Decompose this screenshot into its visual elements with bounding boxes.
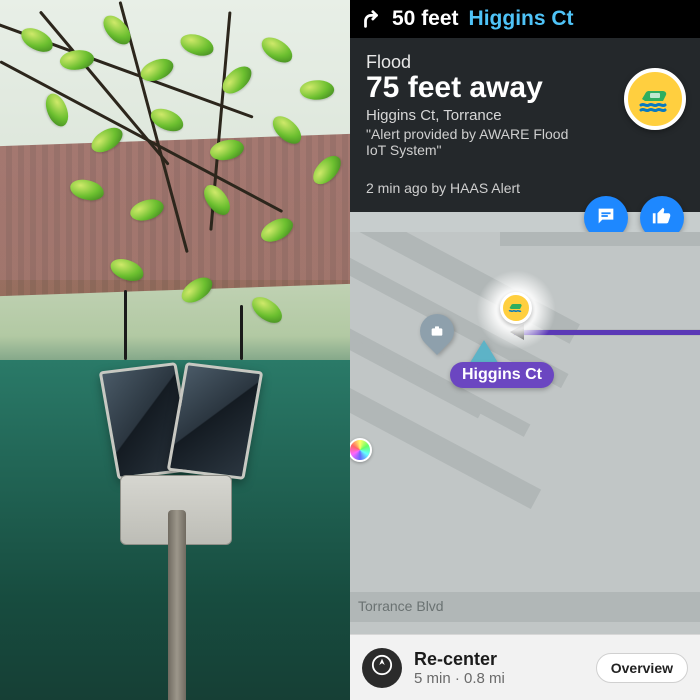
nav-app: 50 feet Higgins Ct Flood 75 feet away Hi… — [350, 0, 700, 700]
nav-street: Higgins Ct — [469, 7, 574, 31]
map-hazard-marker[interactable] — [500, 292, 532, 324]
alert-timestamp: 2 min ago by HAAS Alert — [366, 180, 684, 196]
split-view: 50 feet Higgins Ct Flood 75 feet away Hi… — [0, 0, 700, 700]
sensor-photo — [0, 0, 350, 700]
trip-summary: 5 min · 0.8 mi — [414, 670, 505, 687]
thumbs-up-icon — [651, 205, 673, 232]
alert-provider: "Alert provided by AWARE Flood IoT Syste… — [366, 126, 576, 158]
flood-car-icon — [624, 68, 686, 130]
overview-button[interactable]: Overview — [596, 653, 688, 683]
bottom-bar: Re-center 5 min · 0.8 mi Overview — [350, 634, 700, 700]
wazer-avatar[interactable] — [350, 438, 372, 462]
recenter-label: Re-center — [414, 649, 505, 670]
chat-icon — [595, 205, 617, 232]
map-street-chip: Higgins Ct — [450, 362, 554, 388]
alert-type: Flood — [366, 52, 684, 73]
recenter-button[interactable] — [362, 648, 402, 688]
recenter-text: Re-center 5 min · 0.8 mi — [414, 649, 505, 687]
nav-distance: 50 feet — [392, 7, 459, 31]
compass-icon — [371, 654, 393, 681]
nav-direction-bar: 50 feet Higgins Ct — [350, 0, 700, 38]
map-canvas[interactable]: Higgins Ct Torrance Blvd — [350, 232, 700, 700]
turn-right-icon — [360, 8, 382, 30]
flood-sensor-device — [90, 330, 260, 590]
road-label-torrance: Torrance Blvd — [358, 598, 444, 614]
